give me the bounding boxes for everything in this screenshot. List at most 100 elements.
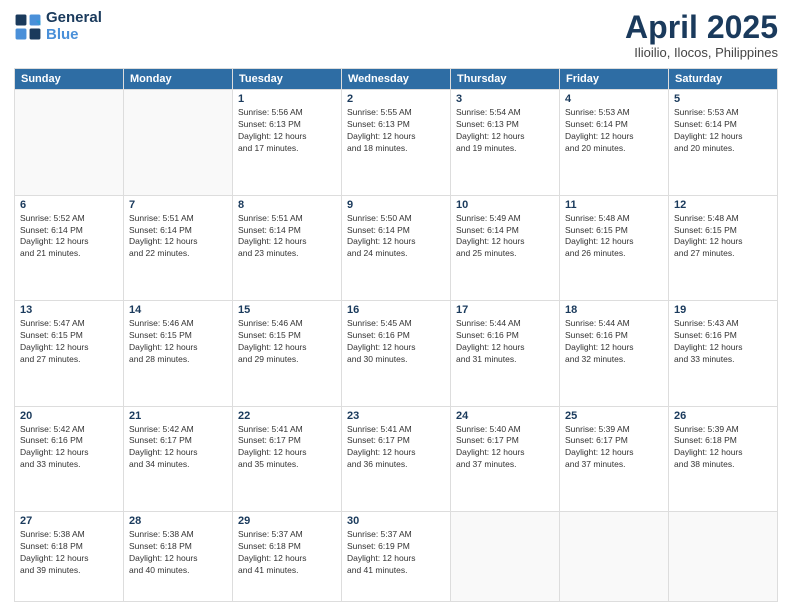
header: General Blue April 2025 Ilioilio, Ilocos…: [14, 10, 778, 60]
calendar-day-cell: 8 Sunrise: 5:51 AMSunset: 6:14 PMDaylight…: [233, 195, 342, 300]
logo-icon: [14, 13, 42, 41]
calendar-day-cell: 30 Sunrise: 5:37 AMSunset: 6:19 PMDayligh…: [342, 511, 451, 601]
calendar-day-cell: 3 Sunrise: 5:54 AMSunset: 6:13 PMDaylight…: [451, 90, 560, 195]
day-number: 2: [347, 93, 445, 105]
calendar-day-cell: 23Sunrise: 5:41 AMSunset: 6:17 PMDayligh…: [342, 406, 451, 511]
weekday-header: Tuesday: [233, 69, 342, 90]
day-info: Sunrise: 5:46 AMSunset: 6:15 PMDaylight:…: [238, 318, 336, 366]
weekday-header: Sunday: [15, 69, 124, 90]
calendar-day-cell: 7 Sunrise: 5:51 AMSunset: 6:14 PMDaylight…: [124, 195, 233, 300]
day-info: Sunrise: 5:41 AMSunset: 6:17 PMDaylight:…: [238, 424, 336, 472]
calendar-week-row: 27Sunrise: 5:38 AMSunset: 6:18 PMDayligh…: [15, 511, 778, 601]
day-info: Sunrise: 5:51 AMSunset: 6:14 PMDaylight:…: [129, 213, 227, 261]
day-number: 7: [129, 199, 227, 211]
day-info: Sunrise: 5:48 AMSunset: 6:15 PMDaylight:…: [565, 213, 663, 261]
day-number: 18: [565, 304, 663, 316]
day-number: 8: [238, 199, 336, 211]
calendar-day-cell: [669, 511, 778, 601]
day-info: Sunrise: 5:44 AMSunset: 6:16 PMDaylight:…: [456, 318, 554, 366]
day-info: Sunrise: 5:53 AMSunset: 6:14 PMDaylight:…: [674, 107, 772, 155]
day-number: 20: [20, 410, 118, 422]
day-info: Sunrise: 5:45 AMSunset: 6:16 PMDaylight:…: [347, 318, 445, 366]
day-info: Sunrise: 5:56 AMSunset: 6:13 PMDaylight:…: [238, 107, 336, 155]
calendar-day-cell: 20Sunrise: 5:42 AMSunset: 6:16 PMDayligh…: [15, 406, 124, 511]
main-container: General Blue April 2025 Ilioilio, Ilocos…: [0, 0, 792, 612]
calendar-day-cell: 15 Sunrise: 5:46 AMSunset: 6:15 PMDayligh…: [233, 301, 342, 406]
day-info: Sunrise: 5:37 AMSunset: 6:18 PMDaylight:…: [238, 529, 336, 577]
calendar-day-cell: 28Sunrise: 5:38 AMSunset: 6:18 PMDayligh…: [124, 511, 233, 601]
day-number: 22: [238, 410, 336, 422]
calendar-day-cell: 19 Sunrise: 5:43 AMSunset: 6:16 PMDayligh…: [669, 301, 778, 406]
day-number: 12: [674, 199, 772, 211]
weekday-header: Saturday: [669, 69, 778, 90]
logo-text: General Blue: [46, 10, 102, 43]
day-number: 6: [20, 199, 118, 211]
day-info: Sunrise: 5:53 AMSunset: 6:14 PMDaylight:…: [565, 107, 663, 155]
day-number: 11: [565, 199, 663, 211]
calendar-day-cell: 17 Sunrise: 5:44 AMSunset: 6:16 PMDayligh…: [451, 301, 560, 406]
day-number: 30: [347, 515, 445, 527]
day-info: Sunrise: 5:44 AMSunset: 6:16 PMDaylight:…: [565, 318, 663, 366]
day-number: 3: [456, 93, 554, 105]
logo: General Blue: [14, 10, 102, 43]
day-number: 14: [129, 304, 227, 316]
calendar-week-row: 1 Sunrise: 5:56 AMSunset: 6:13 PMDaylight…: [15, 90, 778, 195]
day-number: 1: [238, 93, 336, 105]
title-area: April 2025 Ilioilio, Ilocos, Philippines: [625, 10, 778, 60]
day-number: 29: [238, 515, 336, 527]
day-info: Sunrise: 5:39 AMSunset: 6:18 PMDaylight:…: [674, 424, 772, 472]
calendar-day-cell: [124, 90, 233, 195]
day-number: 5: [674, 93, 772, 105]
day-number: 17: [456, 304, 554, 316]
day-number: 26: [674, 410, 772, 422]
calendar-day-cell: 5 Sunrise: 5:53 AMSunset: 6:14 PMDaylight…: [669, 90, 778, 195]
day-info: Sunrise: 5:40 AMSunset: 6:17 PMDaylight:…: [456, 424, 554, 472]
day-number: 21: [129, 410, 227, 422]
day-info: Sunrise: 5:43 AMSunset: 6:16 PMDaylight:…: [674, 318, 772, 366]
day-number: 16: [347, 304, 445, 316]
calendar-day-cell: [560, 511, 669, 601]
day-info: Sunrise: 5:49 AMSunset: 6:14 PMDaylight:…: [456, 213, 554, 261]
day-info: Sunrise: 5:47 AMSunset: 6:15 PMDaylight:…: [20, 318, 118, 366]
calendar-day-cell: 24 Sunrise: 5:40 AMSunset: 6:17 PMDayligh…: [451, 406, 560, 511]
calendar-day-cell: 6 Sunrise: 5:52 AMSunset: 6:14 PMDaylight…: [15, 195, 124, 300]
calendar-day-cell: 1 Sunrise: 5:56 AMSunset: 6:13 PMDaylight…: [233, 90, 342, 195]
day-number: 15: [238, 304, 336, 316]
weekday-header: Monday: [124, 69, 233, 90]
day-info: Sunrise: 5:42 AMSunset: 6:17 PMDaylight:…: [129, 424, 227, 472]
day-number: 10: [456, 199, 554, 211]
day-number: 24: [456, 410, 554, 422]
calendar-day-cell: 12 Sunrise: 5:48 AMSunset: 6:15 PMDayligh…: [669, 195, 778, 300]
calendar-day-cell: 9Sunrise: 5:50 AMSunset: 6:14 PMDaylight…: [342, 195, 451, 300]
calendar-week-row: 13 Sunrise: 5:47 AMSunset: 6:15 PMDayligh…: [15, 301, 778, 406]
day-info: Sunrise: 5:38 AMSunset: 6:18 PMDaylight:…: [129, 529, 227, 577]
day-info: Sunrise: 5:37 AMSunset: 6:19 PMDaylight:…: [347, 529, 445, 577]
calendar-day-cell: 21 Sunrise: 5:42 AMSunset: 6:17 PMDayligh…: [124, 406, 233, 511]
page-subtitle: Ilioilio, Ilocos, Philippines: [625, 45, 778, 60]
calendar-day-cell: 4Sunrise: 5:53 AMSunset: 6:14 PMDaylight…: [560, 90, 669, 195]
weekday-header: Thursday: [451, 69, 560, 90]
day-info: Sunrise: 5:48 AMSunset: 6:15 PMDaylight:…: [674, 213, 772, 261]
calendar-day-cell: 13 Sunrise: 5:47 AMSunset: 6:15 PMDayligh…: [15, 301, 124, 406]
day-info: Sunrise: 5:38 AMSunset: 6:18 PMDaylight:…: [20, 529, 118, 577]
calendar-week-row: 6 Sunrise: 5:52 AMSunset: 6:14 PMDaylight…: [15, 195, 778, 300]
calendar-day-cell: [451, 511, 560, 601]
weekday-header: Wednesday: [342, 69, 451, 90]
day-number: 19: [674, 304, 772, 316]
weekday-header: Friday: [560, 69, 669, 90]
day-info: Sunrise: 5:46 AMSunset: 6:15 PMDaylight:…: [129, 318, 227, 366]
day-info: Sunrise: 5:52 AMSunset: 6:14 PMDaylight:…: [20, 213, 118, 261]
calendar-day-cell: 16 Sunrise: 5:45 AMSunset: 6:16 PMDayligh…: [342, 301, 451, 406]
calendar-day-cell: [15, 90, 124, 195]
calendar-day-cell: 10 Sunrise: 5:49 AMSunset: 6:14 PMDayligh…: [451, 195, 560, 300]
calendar-day-cell: 26 Sunrise: 5:39 AMSunset: 6:18 PMDayligh…: [669, 406, 778, 511]
calendar-day-cell: 29 Sunrise: 5:37 AMSunset: 6:18 PMDayligh…: [233, 511, 342, 601]
day-info: Sunrise: 5:54 AMSunset: 6:13 PMDaylight:…: [456, 107, 554, 155]
day-info: Sunrise: 5:51 AMSunset: 6:14 PMDaylight:…: [238, 213, 336, 261]
calendar-day-cell: 18 Sunrise: 5:44 AMSunset: 6:16 PMDayligh…: [560, 301, 669, 406]
page-title: April 2025: [625, 10, 778, 45]
calendar-day-cell: 27Sunrise: 5:38 AMSunset: 6:18 PMDayligh…: [15, 511, 124, 601]
day-number: 13: [20, 304, 118, 316]
day-number: 25: [565, 410, 663, 422]
calendar-header-row: SundayMondayTuesdayWednesdayThursdayFrid…: [15, 69, 778, 90]
